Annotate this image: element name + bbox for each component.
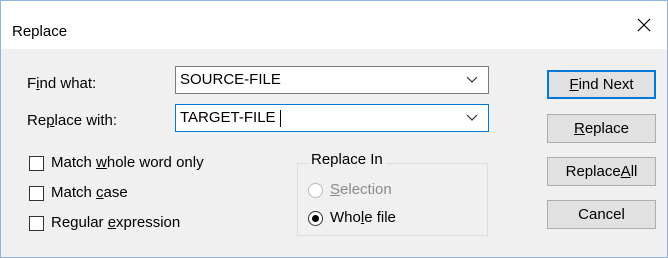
selection-radio-label[interactable]: Selection [330,181,392,198]
close-button[interactable] [621,1,667,49]
selection-radio[interactable] [308,183,323,198]
match-case-label[interactable]: Match case [51,184,128,201]
replace-with-value: TARGET-FILE [180,109,276,126]
chevron-down-icon[interactable] [466,114,478,122]
match-whole-word-checkbox[interactable] [29,156,44,171]
match-whole-word-label[interactable]: Match whole word only [51,154,204,171]
radio-selected-dot [312,215,319,222]
whole-file-radio[interactable] [308,211,323,226]
replace-with-label: Replace with: [27,112,118,129]
replace-in-label: Replace In [308,151,386,168]
title-bar: Replace [1,1,667,49]
replace-all-button[interactable]: Replace All [547,157,656,186]
replace-with-combobox[interactable]: TARGET-FILE [175,104,489,132]
replace-button[interactable]: Replace [547,114,656,143]
cancel-button[interactable]: Cancel [547,200,656,229]
find-what-combobox[interactable]: SOURCE-FILE [175,66,489,94]
dialog-title: Replace [12,23,68,40]
find-what-value: SOURCE-FILE [180,71,281,88]
close-icon [637,18,651,32]
regular-expression-checkbox[interactable] [29,216,44,231]
find-what-label: Find what: [27,75,97,92]
text-cursor [280,110,281,127]
whole-file-radio-label[interactable]: Whole file [330,209,396,226]
match-case-checkbox[interactable] [29,186,44,201]
chevron-down-icon[interactable] [466,76,478,84]
regular-expression-label[interactable]: Regular expression [51,214,180,231]
find-next-button[interactable]: Find Next [547,70,656,99]
